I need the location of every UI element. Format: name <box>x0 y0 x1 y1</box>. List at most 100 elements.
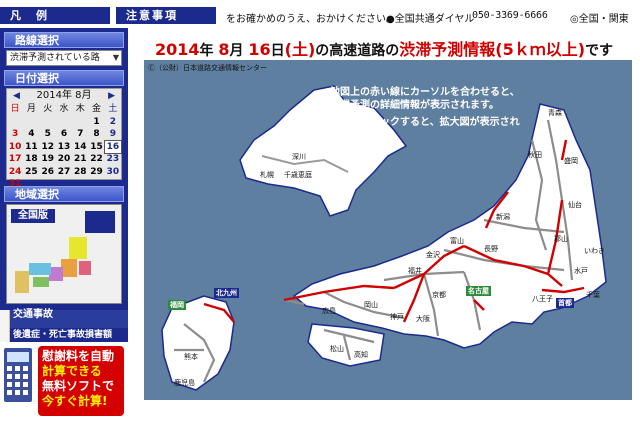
weekday-header: 月 <box>26 104 36 114</box>
city-hamanaka: 深川 <box>292 153 306 161</box>
calendar-day[interactable]: 4 <box>23 128 39 141</box>
city-nagoya[interactable]: 名古屋 <box>466 286 491 296</box>
city-okayama: 岡山 <box>364 301 378 309</box>
calendar-day[interactable]: 18 <box>23 153 39 166</box>
city-niigata: 新潟 <box>496 213 510 221</box>
city-kitakyushu[interactable]: 北九州 <box>214 288 239 298</box>
region-hokkaido[interactable] <box>85 211 115 233</box>
headline-year: 2014 <box>154 40 200 59</box>
calendar-day[interactable]: 12 <box>40 141 56 154</box>
page-title: 2014年 8月 16日(土)の高速道路の渋滞予測情報(5ｋｍ以上)です <box>128 36 640 60</box>
map-credit: Ⓒ（公財）日本道路交通情報センター <box>148 64 267 72</box>
ad-line-3: 無料ソフトで <box>42 379 115 393</box>
city-fukui: 福井 <box>408 267 422 275</box>
prev-month-icon[interactable]: ◀ <box>13 89 20 103</box>
next-month-icon[interactable]: ▶ <box>108 89 115 103</box>
calendar-day[interactable]: 8 <box>88 128 104 141</box>
headline-day-unit: 日 <box>270 43 285 59</box>
region-kinki[interactable] <box>49 267 63 281</box>
region-chubu[interactable] <box>61 259 77 277</box>
calendar-empty-cell <box>40 116 56 129</box>
weekday-header: 土 <box>108 104 118 114</box>
headline-middle: の高速道路の <box>315 43 400 59</box>
calendar-day[interactable]: 13 <box>56 141 72 154</box>
calendar-day[interactable]: 28 <box>72 166 88 179</box>
ad-line-2: 計算できる <box>42 364 102 378</box>
calendar-day[interactable]: 2 <box>105 116 121 129</box>
calendar-day[interactable]: 5 <box>40 128 56 141</box>
top-bar: 凡 例 注意事項 をお確かめのうえ、おかけください。 ●全国共通ダイヤル 050… <box>0 0 640 28</box>
calendar-day[interactable]: 11 <box>23 141 39 154</box>
route-select-value: 渋滞予測されている路 <box>10 53 100 63</box>
notes-tab[interactable]: 注意事項 <box>116 6 216 24</box>
dial-label: ●全国共通ダイヤル <box>386 14 475 25</box>
region-kyushu[interactable] <box>15 271 29 293</box>
calendar: ◀ 2014年 8月 ▶ 日月火水木金土 1 2 3 4 5 6 7 8 9 10 11 12 13 14 1… <box>6 88 123 189</box>
calendar-day[interactable]: 1 <box>88 116 104 129</box>
calendar-day[interactable]: 25 <box>23 166 39 179</box>
region-tohoku[interactable] <box>69 237 87 259</box>
city-sendai: 仙台 <box>568 201 582 209</box>
region-shikoku[interactable] <box>33 277 49 287</box>
city-fukuoka[interactable]: 福岡 <box>168 300 186 310</box>
route-select[interactable]: 渋滞予測されている路 ▼ <box>6 50 122 66</box>
expressway-map[interactable]: Ⓒ（公財）日本道路交通情報センター 地図上の赤い線にカーソルを合わせると、渋滞予… <box>144 60 632 400</box>
calendar-day[interactable]: 30 <box>105 166 121 179</box>
calculator-icon <box>4 348 32 402</box>
calendar-day[interactable]: 24 <box>7 166 23 179</box>
main-content: 2014年 8月 16日(土)の高速道路の渋滞予測情報(5ｋｍ以上)です Ⓒ（公… <box>128 28 640 400</box>
calendar-day[interactable]: 22 <box>88 153 104 166</box>
region-kanto[interactable] <box>79 261 91 275</box>
ad-line-4: 今すぐ計算! <box>42 394 108 408</box>
calendar-day[interactable]: 26 <box>40 166 56 179</box>
area-label: ◎全国・関東 <box>570 14 629 25</box>
chevron-down-icon: ▼ <box>112 53 119 62</box>
calendar-day[interactable]: 19 <box>40 153 56 166</box>
ad-banner[interactable]: 慰謝料を自動 計算できる 無料ソフトで 今すぐ計算! <box>0 342 128 428</box>
weekday-header: 火 <box>43 104 53 114</box>
calendar-day[interactable]: 3 <box>7 128 23 141</box>
map-info-line-1: 地図上の赤い線にカーソルを合わせると、渋滞予測の詳細情報が表示されます。 <box>330 87 520 111</box>
calendar-day[interactable]: 20 <box>56 153 72 166</box>
city-kanazawa: 金沢 <box>426 251 440 259</box>
calendar-day[interactable]: 15 <box>88 141 104 154</box>
region-section-header: 地域選択 <box>4 186 124 202</box>
calendar-day[interactable]: 29 <box>88 166 104 179</box>
notice-text: をお確かめのうえ、おかけください。 <box>226 14 396 25</box>
calendar-day[interactable]: 6 <box>56 128 72 141</box>
legend-tab[interactable]: 凡 例 <box>0 6 110 24</box>
headline-month-unit: 月 <box>229 43 244 59</box>
city-osaka: 大阪 <box>416 315 430 323</box>
city-tokyo[interactable]: 首都 <box>556 298 574 308</box>
calendar-day[interactable]: 16 <box>103 139 123 154</box>
headline-day: 16 <box>248 40 271 59</box>
calendar-day[interactable]: 14 <box>72 141 88 154</box>
city-mito: 水戸 <box>574 267 588 275</box>
city-kagoshima: 鹿児島 <box>174 379 195 387</box>
calendar-day[interactable]: 17 <box>7 153 23 166</box>
headline-end: です <box>585 43 614 59</box>
city-chitose: 千歳恵庭 <box>284 171 312 179</box>
calendar-day[interactable]: 10 <box>7 141 23 154</box>
city-kyoto: 京都 <box>432 291 446 299</box>
calendar-month-label: 2014年 8月 <box>36 90 92 101</box>
region-all-button[interactable]: 全国版 <box>11 209 55 223</box>
calendar-day[interactable]: 27 <box>56 166 72 179</box>
city-kobe: 神戸 <box>390 313 404 321</box>
city-toyama: 富山 <box>450 237 464 245</box>
ad-title[interactable]: 後遺症・死亡事故損害額 無料シミュレーションソフト <box>10 328 128 368</box>
ad-side-banner[interactable]: 交通事故 <box>10 310 128 328</box>
calendar-day[interactable]: 7 <box>72 128 88 141</box>
route-section-header: 路線選択 <box>4 32 124 48</box>
ad-red-panel: 慰謝料を自動 計算できる 無料ソフトで 今すぐ計算! <box>38 346 124 416</box>
calendar-empty-cell <box>56 116 72 129</box>
phone-number: 050-3369-6666 <box>472 10 548 21</box>
city-aomori: 青森 <box>548 109 562 117</box>
calendar-day[interactable]: 9 <box>105 128 121 141</box>
calendar-day[interactable]: 21 <box>72 153 88 166</box>
calendar-empty-cell <box>72 116 88 129</box>
region-chugoku[interactable] <box>29 263 51 275</box>
headline-weekday: (土) <box>284 40 316 59</box>
calendar-header: ◀ 2014年 8月 ▶ <box>7 89 121 103</box>
calendar-day[interactable]: 23 <box>105 153 121 166</box>
